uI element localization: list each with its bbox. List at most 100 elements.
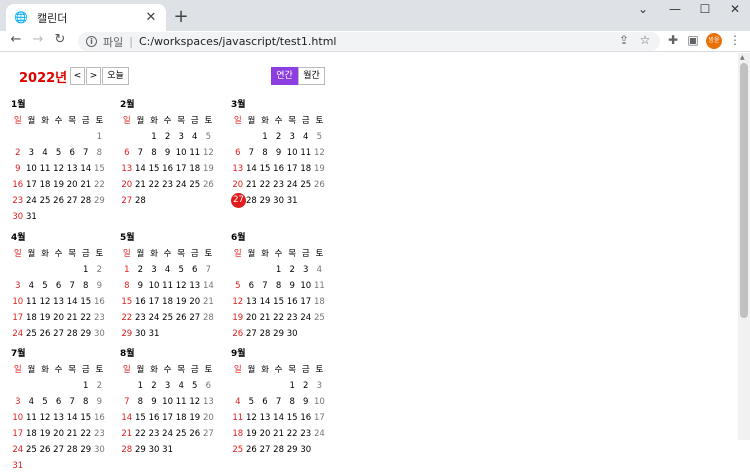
day-cell[interactable]: 14 <box>120 410 134 426</box>
day-cell[interactable]: 9 <box>147 394 161 410</box>
info-icon[interactable]: i <box>86 36 97 47</box>
day-cell[interactable]: 14 <box>65 410 79 426</box>
day-cell[interactable]: 6 <box>245 278 259 294</box>
day-cell[interactable]: 12 <box>174 278 188 294</box>
star-icon[interactable]: ☆ <box>638 33 652 47</box>
day-cell[interactable]: 26 <box>245 442 259 458</box>
day-cell[interactable]: 9 <box>93 394 107 410</box>
day-cell[interactable]: 13 <box>65 161 79 177</box>
day-cell[interactable]: 26 <box>38 326 52 342</box>
day-cell[interactable]: 3 <box>285 129 299 145</box>
day-cell[interactable]: 11 <box>188 145 202 161</box>
menu-icon[interactable]: ⋮ <box>728 33 742 47</box>
day-cell[interactable]: 27 <box>245 326 259 342</box>
day-cell[interactable]: 7 <box>134 145 148 161</box>
day-cell[interactable]: 15 <box>79 410 93 426</box>
day-cell[interactable]: 7 <box>65 278 79 294</box>
day-cell[interactable]: 29 <box>285 442 299 458</box>
day-cell[interactable]: 26 <box>52 193 66 209</box>
day-cell[interactable]: 30 <box>147 442 161 458</box>
day-cell[interactable]: 10 <box>299 278 313 294</box>
day-cell[interactable]: 5 <box>202 129 216 145</box>
day-cell[interactable]: 30 <box>285 326 299 342</box>
day-cell[interactable]: 9 <box>93 278 107 294</box>
minimize-icon[interactable]: — <box>667 2 683 16</box>
day-cell[interactable]: 28 <box>258 326 272 342</box>
day-cell[interactable]: 12 <box>313 145 327 161</box>
day-cell[interactable]: 7 <box>258 278 272 294</box>
day-cell[interactable]: 14 <box>65 294 79 310</box>
reload-icon[interactable]: ↻ <box>52 32 68 47</box>
day-cell[interactable]: 22 <box>258 177 272 193</box>
day-cell[interactable]: 1 <box>147 129 161 145</box>
day-cell[interactable]: 14 <box>202 278 216 294</box>
day-cell[interactable]: 21 <box>65 310 79 326</box>
day-cell[interactable]: 17 <box>285 161 299 177</box>
day-cell[interactable]: 16 <box>134 294 148 310</box>
today-button[interactable]: 오늘 <box>102 67 129 85</box>
day-cell[interactable]: 28 <box>65 442 79 458</box>
day-cell[interactable]: 17 <box>147 294 161 310</box>
day-cell[interactable]: 13 <box>202 394 216 410</box>
close-icon[interactable]: ✕ <box>144 10 158 25</box>
day-cell[interactable]: 4 <box>161 262 175 278</box>
day-cell[interactable]: 14 <box>258 294 272 310</box>
day-cell[interactable]: 2 <box>11 145 25 161</box>
day-cell[interactable]: 23 <box>272 177 286 193</box>
day-cell[interactable]: 5 <box>38 278 52 294</box>
day-cell[interactable]: 11 <box>161 278 175 294</box>
day-cell[interactable]: 1 <box>79 378 93 394</box>
day-cell[interactable]: 30 <box>272 193 286 209</box>
day-cell[interactable]: 6 <box>202 378 216 394</box>
day-cell[interactable]: 4 <box>188 129 202 145</box>
day-cell[interactable]: 24 <box>11 326 25 342</box>
day-cell[interactable]: 5 <box>52 145 66 161</box>
day-cell[interactable]: 22 <box>272 310 286 326</box>
day-cell[interactable]: 5 <box>174 262 188 278</box>
day-cell[interactable]: 29 <box>258 193 272 209</box>
day-cell[interactable]: 9 <box>161 145 175 161</box>
day-cell[interactable]: 24 <box>174 177 188 193</box>
day-cell[interactable]: 10 <box>313 394 327 410</box>
day-cell[interactable]: 21 <box>79 177 93 193</box>
day-cell[interactable]: 8 <box>285 394 299 410</box>
day-cell[interactable]: 19 <box>38 310 52 326</box>
day-cell[interactable]: 27 <box>120 193 134 209</box>
day-cell[interactable]: 24 <box>11 442 25 458</box>
day-cell[interactable]: 31 <box>11 458 25 474</box>
day-cell[interactable]: 15 <box>134 410 148 426</box>
day-cell[interactable]: 7 <box>120 394 134 410</box>
day-cell[interactable]: 9 <box>299 394 313 410</box>
day-cell[interactable]: 10 <box>11 294 25 310</box>
day-cell[interactable]: 16 <box>93 410 107 426</box>
day-cell[interactable]: 20 <box>52 310 66 326</box>
day-cell[interactable]: 2 <box>93 262 107 278</box>
day-cell[interactable]: 21 <box>245 177 259 193</box>
day-cell[interactable]: 28 <box>65 326 79 342</box>
day-cell[interactable]: 15 <box>120 294 134 310</box>
day-cell[interactable]: 13 <box>120 161 134 177</box>
next-button[interactable]: > <box>86 67 101 85</box>
day-cell[interactable]: 12 <box>245 410 259 426</box>
day-cell[interactable]: 4 <box>38 145 52 161</box>
day-cell[interactable]: 19 <box>188 410 202 426</box>
day-cell[interactable]: 16 <box>161 161 175 177</box>
day-cell[interactable]: 10 <box>25 161 39 177</box>
day-cell[interactable]: 13 <box>188 278 202 294</box>
day-cell[interactable]: 4 <box>313 262 327 278</box>
day-cell[interactable]: 24 <box>299 310 313 326</box>
day-cell[interactable]: 8 <box>79 394 93 410</box>
day-cell[interactable]: 4 <box>231 394 245 410</box>
day-cell[interactable]: 4 <box>25 278 39 294</box>
day-cell[interactable]: 28 <box>120 442 134 458</box>
day-cell[interactable]: 3 <box>313 378 327 394</box>
day-cell[interactable]: 26 <box>202 177 216 193</box>
scroll-thumb[interactable] <box>740 63 748 318</box>
day-cell[interactable]: 4 <box>174 378 188 394</box>
day-cell[interactable]: 30 <box>11 209 25 225</box>
day-cell[interactable]: 21 <box>202 294 216 310</box>
day-cell[interactable]: 5 <box>38 394 52 410</box>
day-cell[interactable]: 26 <box>231 326 245 342</box>
day-cell[interactable]: 1 <box>79 262 93 278</box>
day-cell[interactable]: 12 <box>188 394 202 410</box>
